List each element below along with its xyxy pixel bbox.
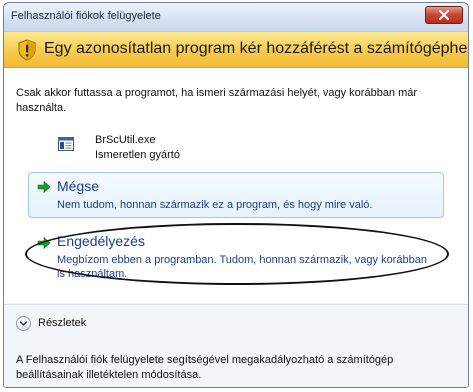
banner-text: Egy azonosítatlan program kér hozzáférés… — [44, 40, 469, 57]
chevron-down-icon — [19, 321, 28, 326]
window-title: Felhasználói fiókok felügyelete — [11, 10, 161, 22]
dialog-content: Csak akkor futtassa a programot, ha isme… — [4, 68, 468, 303]
details-row: Részletek — [4, 304, 468, 344]
warning-banner: Egy azonosítatlan program kér hozzáférés… — [4, 32, 468, 68]
close-icon — [439, 10, 449, 20]
allow-option[interactable]: Engedélyezés Megbízom ebben a programban… — [28, 228, 444, 280]
cancel-option[interactable]: Mégse Nem tudom, honnan származik ez a p… — [28, 172, 444, 218]
details-toggle-button[interactable] — [16, 316, 31, 331]
footer: A Felhasználói fiók felügyelete segítség… — [4, 343, 468, 387]
uac-dialog: Felhasználói fiókok felügyelete Egy azon… — [3, 2, 469, 388]
title-bar: Felhasználói fiókok felügyelete — [4, 3, 468, 32]
green-arrow-icon — [37, 181, 51, 193]
details-label[interactable]: Részletek — [38, 317, 86, 329]
green-arrow-icon — [37, 237, 51, 249]
description-text: Csak akkor futtassa a programot, ha isme… — [16, 87, 418, 114]
footer-text: A Felhasználói fiók felügyelete segítség… — [16, 354, 394, 381]
allow-option-title: Engedélyezés — [57, 233, 145, 249]
shield-warning-icon — [18, 39, 36, 61]
program-publisher: Ismeretlen gyártó — [95, 149, 180, 161]
close-button[interactable] — [425, 6, 463, 24]
cancel-option-description: Nem tudom, honnan származik ez a program… — [57, 199, 373, 211]
cancel-option-title: Mégse — [57, 178, 100, 194]
program-name: BrScUtil.exe — [95, 134, 156, 146]
executable-icon — [58, 137, 74, 151]
allow-option-description: Megbízom ebben a programban. Tudom, honn… — [57, 254, 427, 280]
